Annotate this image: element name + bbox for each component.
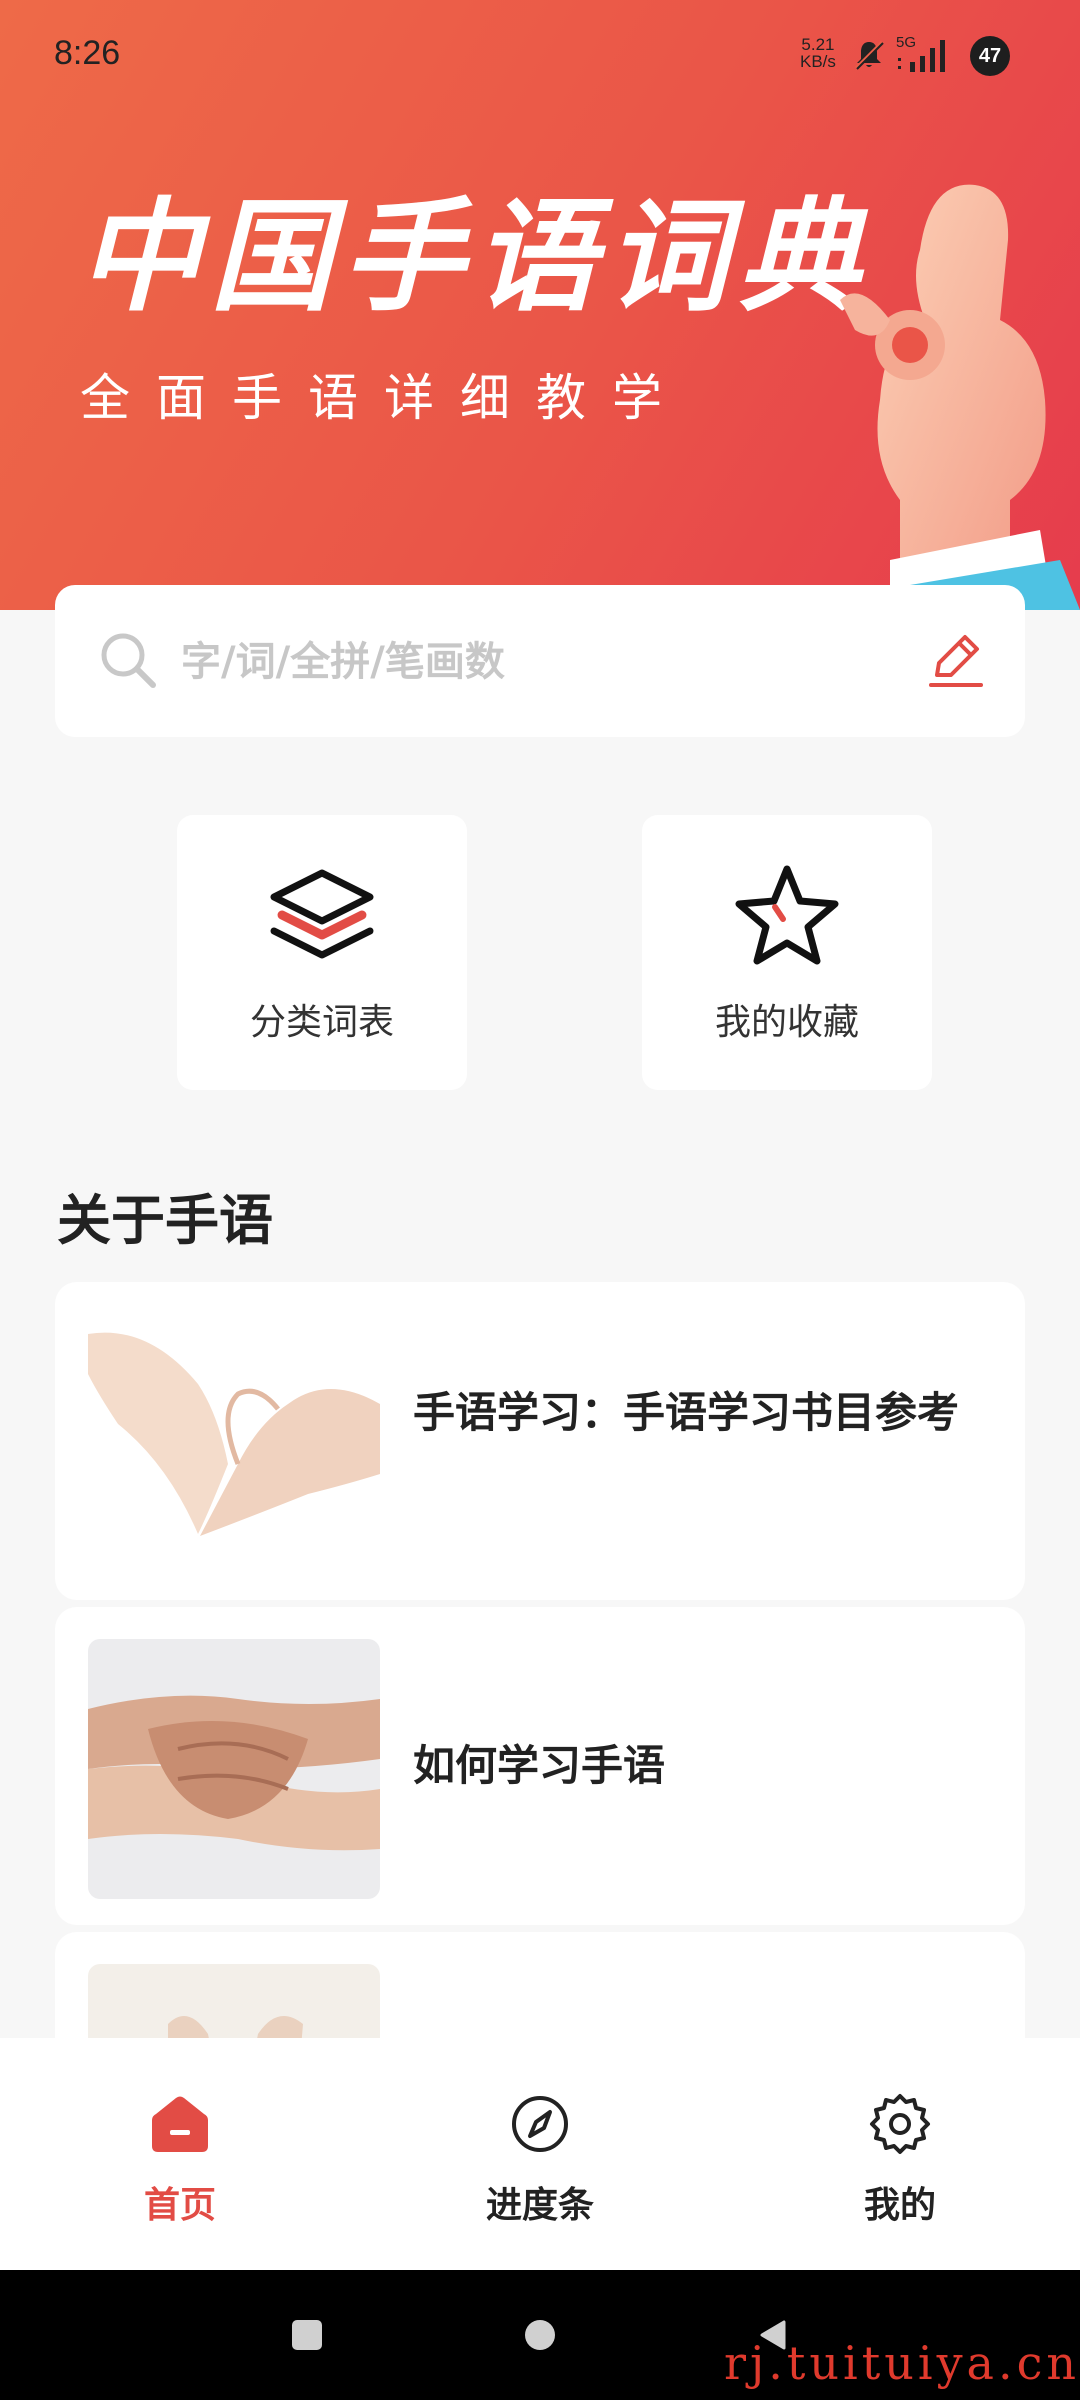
nav-mine[interactable]: 我的 [720,2038,1080,2270]
compass-icon [512,2096,568,2152]
nav-label: 进度条 [485,2185,594,2226]
signal-icon [898,40,945,72]
ok-hand-illustration [840,184,1080,610]
handwrite-pen-icon[interactable] [923,627,989,693]
nav-progress[interactable]: 进度条 [360,2038,720,2270]
article-card[interactable]: 如何学习手语 [55,1607,1025,1925]
tile-label: 我的收藏 [714,1002,859,1043]
heart-hands-photo [88,1314,380,1574]
hero-banner: 8:26 5.21 KB/s 5G 47 中国手语词典 全面手语详细教学 [0,0,1080,610]
stack-layers-icon [270,869,374,959]
nav-home[interactable]: 首页 [0,2038,360,2270]
nav-label: 我的 [863,2185,936,2226]
net-speed-unit: KB/s [800,52,836,71]
search-input[interactable] [181,631,881,693]
bottom-navigation: 首页 进度条 我的 [0,2038,1080,2270]
search-icon [101,633,156,688]
tile-label: 分类词表 [249,1002,394,1043]
battery-indicator: 47 [970,36,1010,76]
status-time: 8:26 [54,34,121,72]
nav-label: 首页 [143,2185,216,2226]
net-speed-value: 5.21 [801,35,835,54]
category-list-tile[interactable]: 分类词表 [177,815,467,1090]
section-title: 关于手语 [57,1189,273,1252]
recents-button-icon[interactable] [290,2318,324,2352]
net-speed: 5.21 KB/s [800,36,836,70]
article-title: 手语学习：手语学习书目参考 [413,1388,960,1437]
watermark: rj.tuituiya.cn [724,2336,1080,2390]
app-title: 中国手语词典 [78,184,870,328]
article-title: 如何学习手语 [413,1741,666,1790]
mute-bell-icon [854,40,884,70]
status-bar: 8:26 5.21 KB/s 5G 47 [0,0,1080,110]
home-icon [152,2096,208,2152]
home-button-icon[interactable] [523,2318,557,2352]
star-icon [735,865,839,965]
search-bar[interactable] [55,585,1025,737]
gear-icon [870,2094,930,2154]
article-card[interactable]: 手语学习：手语学习书目参考 [55,1282,1025,1600]
favorites-tile[interactable]: 我的收藏 [642,815,932,1090]
joined-hands-photo [88,1639,380,1899]
app-subtitle: 全面手语详细教学 [80,369,688,427]
